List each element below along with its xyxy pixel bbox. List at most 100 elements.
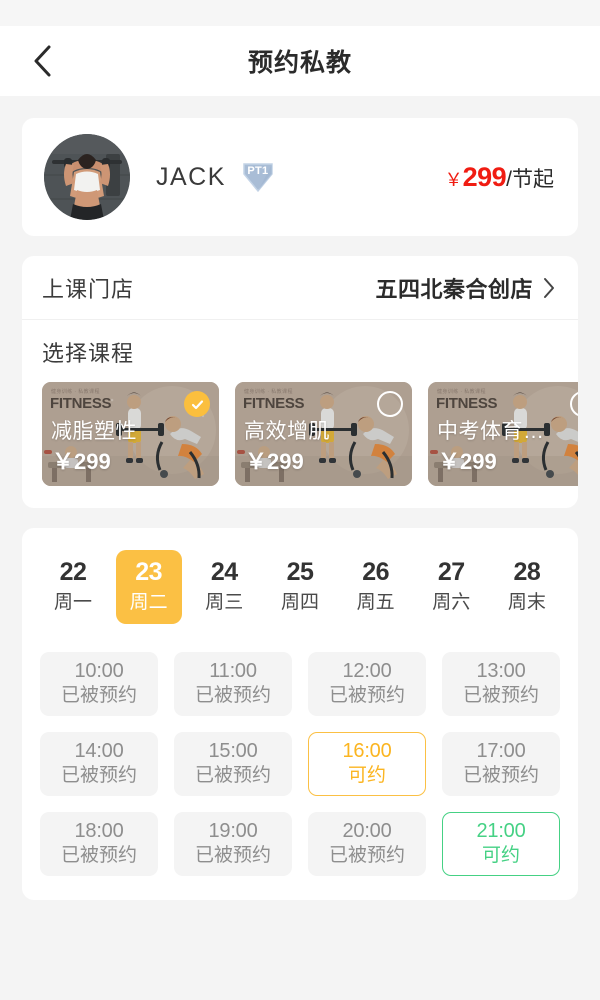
course-select-checkbox[interactable] bbox=[184, 391, 210, 417]
app-screen: 预约私教 JACK PT1 ￥299/节起 上课门店 五四北秦合创店 选择课程 … bbox=[0, 0, 600, 1000]
slot-status: 已被预约 bbox=[194, 845, 271, 867]
slot-status: 已被预约 bbox=[60, 845, 137, 867]
store-value: 五四北秦合创店 bbox=[375, 276, 533, 302]
price-currency: ￥ bbox=[444, 169, 463, 190]
schedule-card: 22 周一 23 周二 24 周三 25 周四 26 周五 27 周六 28 周… bbox=[22, 528, 578, 901]
date-cell[interactable]: 23 周二 bbox=[115, 550, 182, 625]
slot-time: 19:00 bbox=[208, 820, 258, 843]
slot-status: 已被预约 bbox=[60, 685, 137, 707]
time-slot[interactable]: 13:00 已被预约 bbox=[442, 652, 560, 717]
date-weekday: 周二 bbox=[129, 591, 168, 613]
course-card[interactable]: 健身训练 · 私教课程 FITNESS 中考体育… ￥299 bbox=[428, 382, 578, 486]
date-number: 24 bbox=[210, 558, 238, 586]
page-title: 预约私教 bbox=[247, 49, 352, 77]
store-selector-row[interactable]: 上课门店 五四北秦合创店 bbox=[22, 256, 578, 320]
course-name: 中考体育… bbox=[437, 420, 545, 443]
slot-time: 14:00 bbox=[74, 740, 124, 763]
time-slot[interactable]: 19:00 已被预约 bbox=[174, 812, 292, 877]
date-weekday: 周三 bbox=[205, 591, 244, 613]
store-and-course-card: 上课门店 五四北秦合创店 选择课程 健身训练 · 私教课程 FITNESS 减脂… bbox=[22, 256, 578, 508]
date-weekday: 周末 bbox=[507, 591, 546, 613]
slot-status: 已被预约 bbox=[60, 765, 137, 787]
avatar bbox=[44, 134, 130, 220]
slot-time: 18:00 bbox=[74, 820, 124, 843]
course-price: ￥299 bbox=[245, 449, 304, 474]
time-slot[interactable]: 20:00 已被预约 bbox=[308, 812, 426, 877]
slot-time: 10:00 bbox=[74, 660, 124, 683]
slot-time: 17:00 bbox=[476, 740, 526, 763]
coach-name: JACK bbox=[156, 162, 226, 191]
slot-status: 已被预约 bbox=[462, 765, 539, 787]
time-slot[interactable]: 16:00 可约 bbox=[308, 732, 426, 797]
date-weekday: 周四 bbox=[280, 591, 319, 613]
date-picker-row[interactable]: 22 周一 23 周二 24 周三 25 周四 26 周五 27 周六 28 周… bbox=[40, 550, 560, 625]
slot-status: 已被预约 bbox=[194, 765, 271, 787]
date-cell[interactable]: 26 周五 bbox=[343, 550, 409, 624]
course-brandline: 健身训练 · 私教课程 bbox=[51, 389, 100, 395]
coach-identity: JACK PT1 bbox=[156, 160, 445, 194]
slot-time: 12:00 bbox=[342, 660, 392, 683]
slot-status: 可约 bbox=[481, 845, 520, 867]
slot-time: 21:00 bbox=[476, 820, 526, 843]
course-name: 减脂塑性 bbox=[51, 420, 137, 443]
course-name: 高效增肌 bbox=[244, 420, 330, 443]
slot-time: 13:00 bbox=[476, 660, 526, 683]
date-weekday: 周五 bbox=[356, 591, 395, 613]
price-amount: 299 bbox=[462, 161, 507, 192]
date-number: 28 bbox=[513, 558, 541, 586]
time-slot[interactable]: 10:00 已被预约 bbox=[40, 652, 158, 717]
date-number: 25 bbox=[286, 558, 314, 586]
time-slot[interactable]: 14:00 已被预约 bbox=[40, 732, 158, 797]
date-number: 27 bbox=[437, 558, 465, 586]
pt-level-badge: PT1 bbox=[240, 160, 276, 194]
pt-level-label: PT1 bbox=[247, 165, 269, 177]
course-card[interactable]: 健身训练 · 私教课程 FITNESS 高效增肌 ￥299 bbox=[235, 382, 412, 486]
date-cell[interactable]: 25 周四 bbox=[267, 550, 333, 624]
slot-time: 20:00 bbox=[342, 820, 392, 843]
time-slot-grid: 10:00 已被预约 11:00 已被预约 12:00 已被预约 13:00 已… bbox=[40, 652, 560, 877]
course-price: ￥299 bbox=[438, 449, 497, 474]
time-slot[interactable]: 11:00 已被预约 bbox=[174, 652, 292, 717]
slot-status: 已被预约 bbox=[462, 685, 539, 707]
slot-time: 16:00 bbox=[342, 740, 392, 763]
time-slot[interactable]: 17:00 已被预约 bbox=[442, 732, 560, 797]
time-slot[interactable]: 21:00 可约 bbox=[442, 812, 560, 877]
price-unit: /节起 bbox=[506, 167, 554, 191]
date-number: 23 bbox=[135, 558, 163, 586]
course-select-checkbox[interactable] bbox=[377, 391, 403, 417]
date-weekday: 周六 bbox=[432, 591, 471, 613]
coach-card[interactable]: JACK PT1 ￥299/节起 bbox=[22, 118, 578, 236]
course-section-title: 选择课程 bbox=[42, 341, 135, 366]
date-cell[interactable]: 27 周六 bbox=[418, 550, 484, 624]
slot-status: 可约 bbox=[347, 765, 386, 787]
course-card-strip[interactable]: 健身训练 · 私教课程 FITNESS 减脂塑性 ￥299 健身训练 · 私教课… bbox=[42, 382, 578, 486]
navigation-bar: 预约私教 bbox=[0, 26, 600, 96]
course-card[interactable]: 健身训练 · 私教课程 FITNESS 减脂塑性 ￥299 bbox=[42, 382, 219, 486]
course-brand: FITNESS bbox=[243, 395, 305, 412]
chevron-left-icon bbox=[31, 44, 53, 78]
slot-status: 已被预约 bbox=[328, 685, 405, 707]
slot-status: 已被预约 bbox=[328, 845, 405, 867]
coach-price: ￥299/节起 bbox=[445, 162, 554, 193]
time-slot[interactable]: 15:00 已被预约 bbox=[174, 732, 292, 797]
slot-time: 11:00 bbox=[209, 660, 257, 683]
slot-status: 已被预约 bbox=[194, 685, 271, 707]
course-brandline: 健身训练 · 私教课程 bbox=[244, 389, 293, 395]
date-cell[interactable]: 28 周末 bbox=[494, 550, 560, 624]
store-label: 上课门店 bbox=[42, 276, 135, 302]
time-slot[interactable]: 18:00 已被预约 bbox=[40, 812, 158, 877]
slot-time: 15:00 bbox=[208, 740, 258, 763]
check-icon bbox=[191, 399, 203, 409]
course-brand: FITNESS bbox=[436, 395, 498, 412]
course-selection-section: 选择课程 健身训练 · 私教课程 FITNESS 减脂塑性 ￥299 健身训练 … bbox=[22, 320, 578, 508]
chevron-right-icon bbox=[543, 277, 556, 299]
status-bar bbox=[0, 0, 600, 26]
date-number: 22 bbox=[59, 558, 87, 586]
back-button[interactable] bbox=[18, 26, 66, 96]
store-value-wrap: 五四北秦合创店 bbox=[375, 272, 556, 304]
date-cell[interactable]: 24 周三 bbox=[191, 550, 257, 624]
date-cell[interactable]: 22 周一 bbox=[40, 550, 106, 624]
time-slot[interactable]: 12:00 已被预约 bbox=[308, 652, 426, 717]
date-weekday: 周一 bbox=[53, 591, 92, 613]
course-brandline: 健身训练 · 私教课程 bbox=[437, 389, 486, 395]
